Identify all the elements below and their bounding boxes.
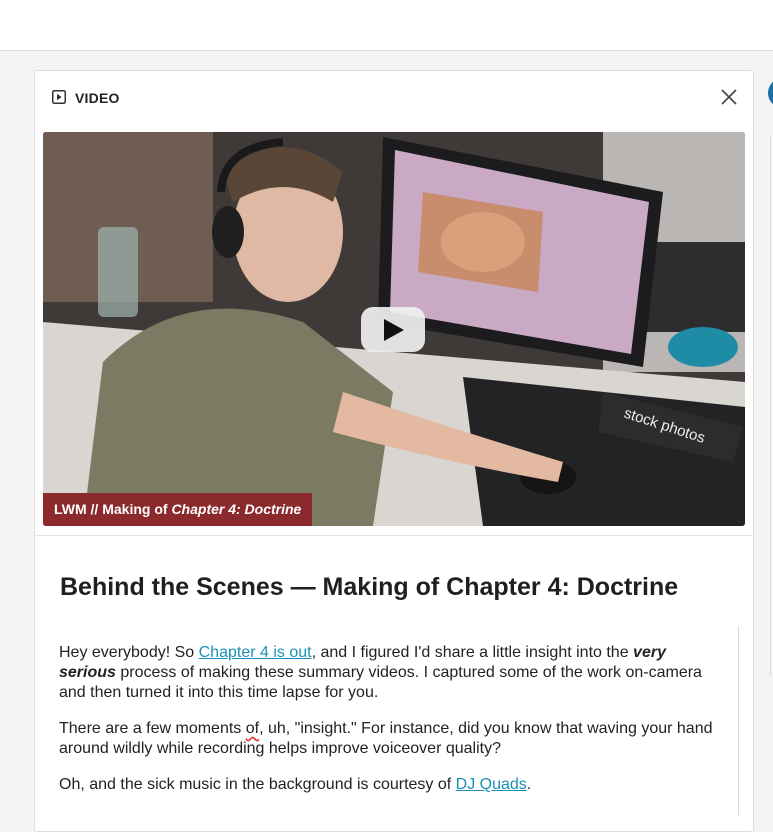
paragraph-2: There are a few moments of, uh, "insight… [59, 720, 713, 757]
article-title: Behind the Scenes — Making of Chapter 4:… [60, 573, 679, 601]
divider [35, 535, 753, 536]
close-icon [721, 89, 737, 105]
paragraph-3: Oh, and the sick music in the background… [59, 776, 532, 793]
card-type-label: VIDEO [75, 90, 120, 106]
article-body: Hey everybody! So Chapter 4 is out, and … [59, 643, 727, 811]
video-player[interactable]: stock photos LWM // Making of Chapter 4:… [43, 132, 745, 526]
dj-quads-link[interactable]: DJ Quads [456, 776, 527, 793]
video-card: VIDEO stock photos LWM // Making of Chap… [34, 70, 754, 832]
video-icon [52, 90, 66, 104]
top-bar [0, 0, 773, 51]
paragraph-1: Hey everybody! So Chapter 4 is out, and … [59, 644, 702, 701]
video-caption: LWM // Making of Chapter 4: Doctrine [43, 493, 313, 526]
close-button[interactable] [719, 87, 739, 107]
spellcheck-word: of [245, 720, 260, 737]
play-button[interactable] [361, 307, 425, 352]
play-icon [384, 319, 404, 341]
scrollbar-track[interactable] [738, 626, 739, 815]
avatar[interactable] [768, 78, 773, 108]
card-header: VIDEO [35, 71, 753, 123]
chapter-4-link[interactable]: Chapter 4 is out [199, 644, 312, 661]
